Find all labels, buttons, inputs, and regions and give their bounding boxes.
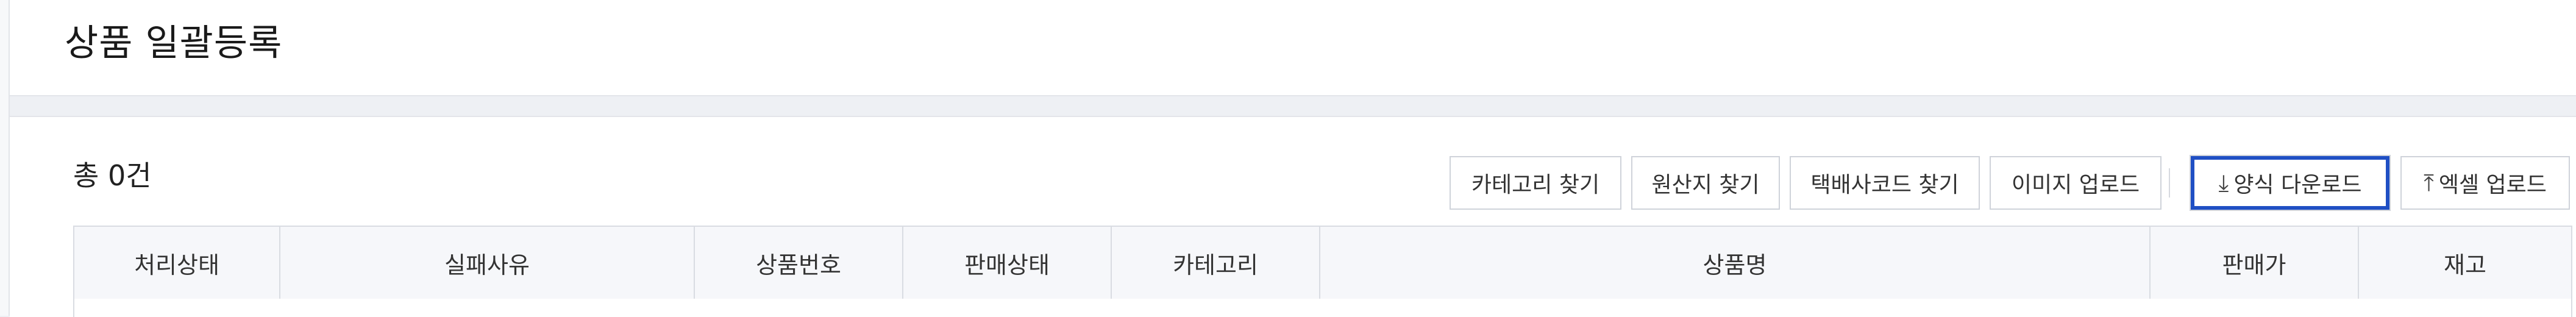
table-body [73, 299, 2572, 317]
download-template-button[interactable]: ⤓ 양식 다운로드 [2191, 156, 2389, 210]
excel-upload-button[interactable]: ⤒ 엑셀 업로드 [2400, 156, 2570, 210]
column-header-product-number[interactable]: 상품번호 [695, 227, 903, 299]
column-header-status[interactable]: 처리상태 [74, 227, 280, 299]
column-header-product-name[interactable]: 상품명 [1320, 227, 2151, 299]
download-template-label: 양식 다운로드 [2233, 173, 2362, 198]
find-category-button[interactable]: 카테고리 찾기 [1450, 156, 1621, 210]
column-header-sale-status[interactable]: 판매상태 [903, 227, 1112, 299]
image-upload-button[interactable]: 이미지 업로드 [1990, 156, 2161, 210]
download-icon: ⤓ [2218, 169, 2229, 196]
find-origin-button[interactable]: 원산지 찾기 [1631, 156, 1780, 210]
upload-panel: 총 0건 카테고리 찾기 원산지 찾기 택배사코드 찾기 이미지 업로드 ⤓ 양… [10, 116, 2576, 317]
column-header-stock[interactable]: 재고 [2359, 227, 2571, 299]
column-header-category[interactable]: 카테고리 [1112, 227, 1320, 299]
toolbar-divider [2169, 168, 2170, 198]
page-header: 상품 일괄등록 [10, 0, 2576, 96]
total-count: 총 0건 [73, 159, 152, 192]
page-title: 상품 일괄등록 [65, 22, 283, 65]
left-edge [0, 0, 10, 316]
column-header-price[interactable]: 판매가 [2151, 227, 2359, 299]
excel-upload-label: 엑셀 업로드 [2438, 173, 2547, 198]
column-header-failure-reason[interactable]: 실패사유 [280, 227, 695, 299]
upload-icon: ⤒ [2424, 169, 2434, 196]
find-courier-code-button[interactable]: 택배사코드 찾기 [1790, 156, 1980, 210]
table-header: 처리상태 실패사유 상품번호 판매상태 카테고리 상품명 판매가 재고 [73, 226, 2572, 300]
